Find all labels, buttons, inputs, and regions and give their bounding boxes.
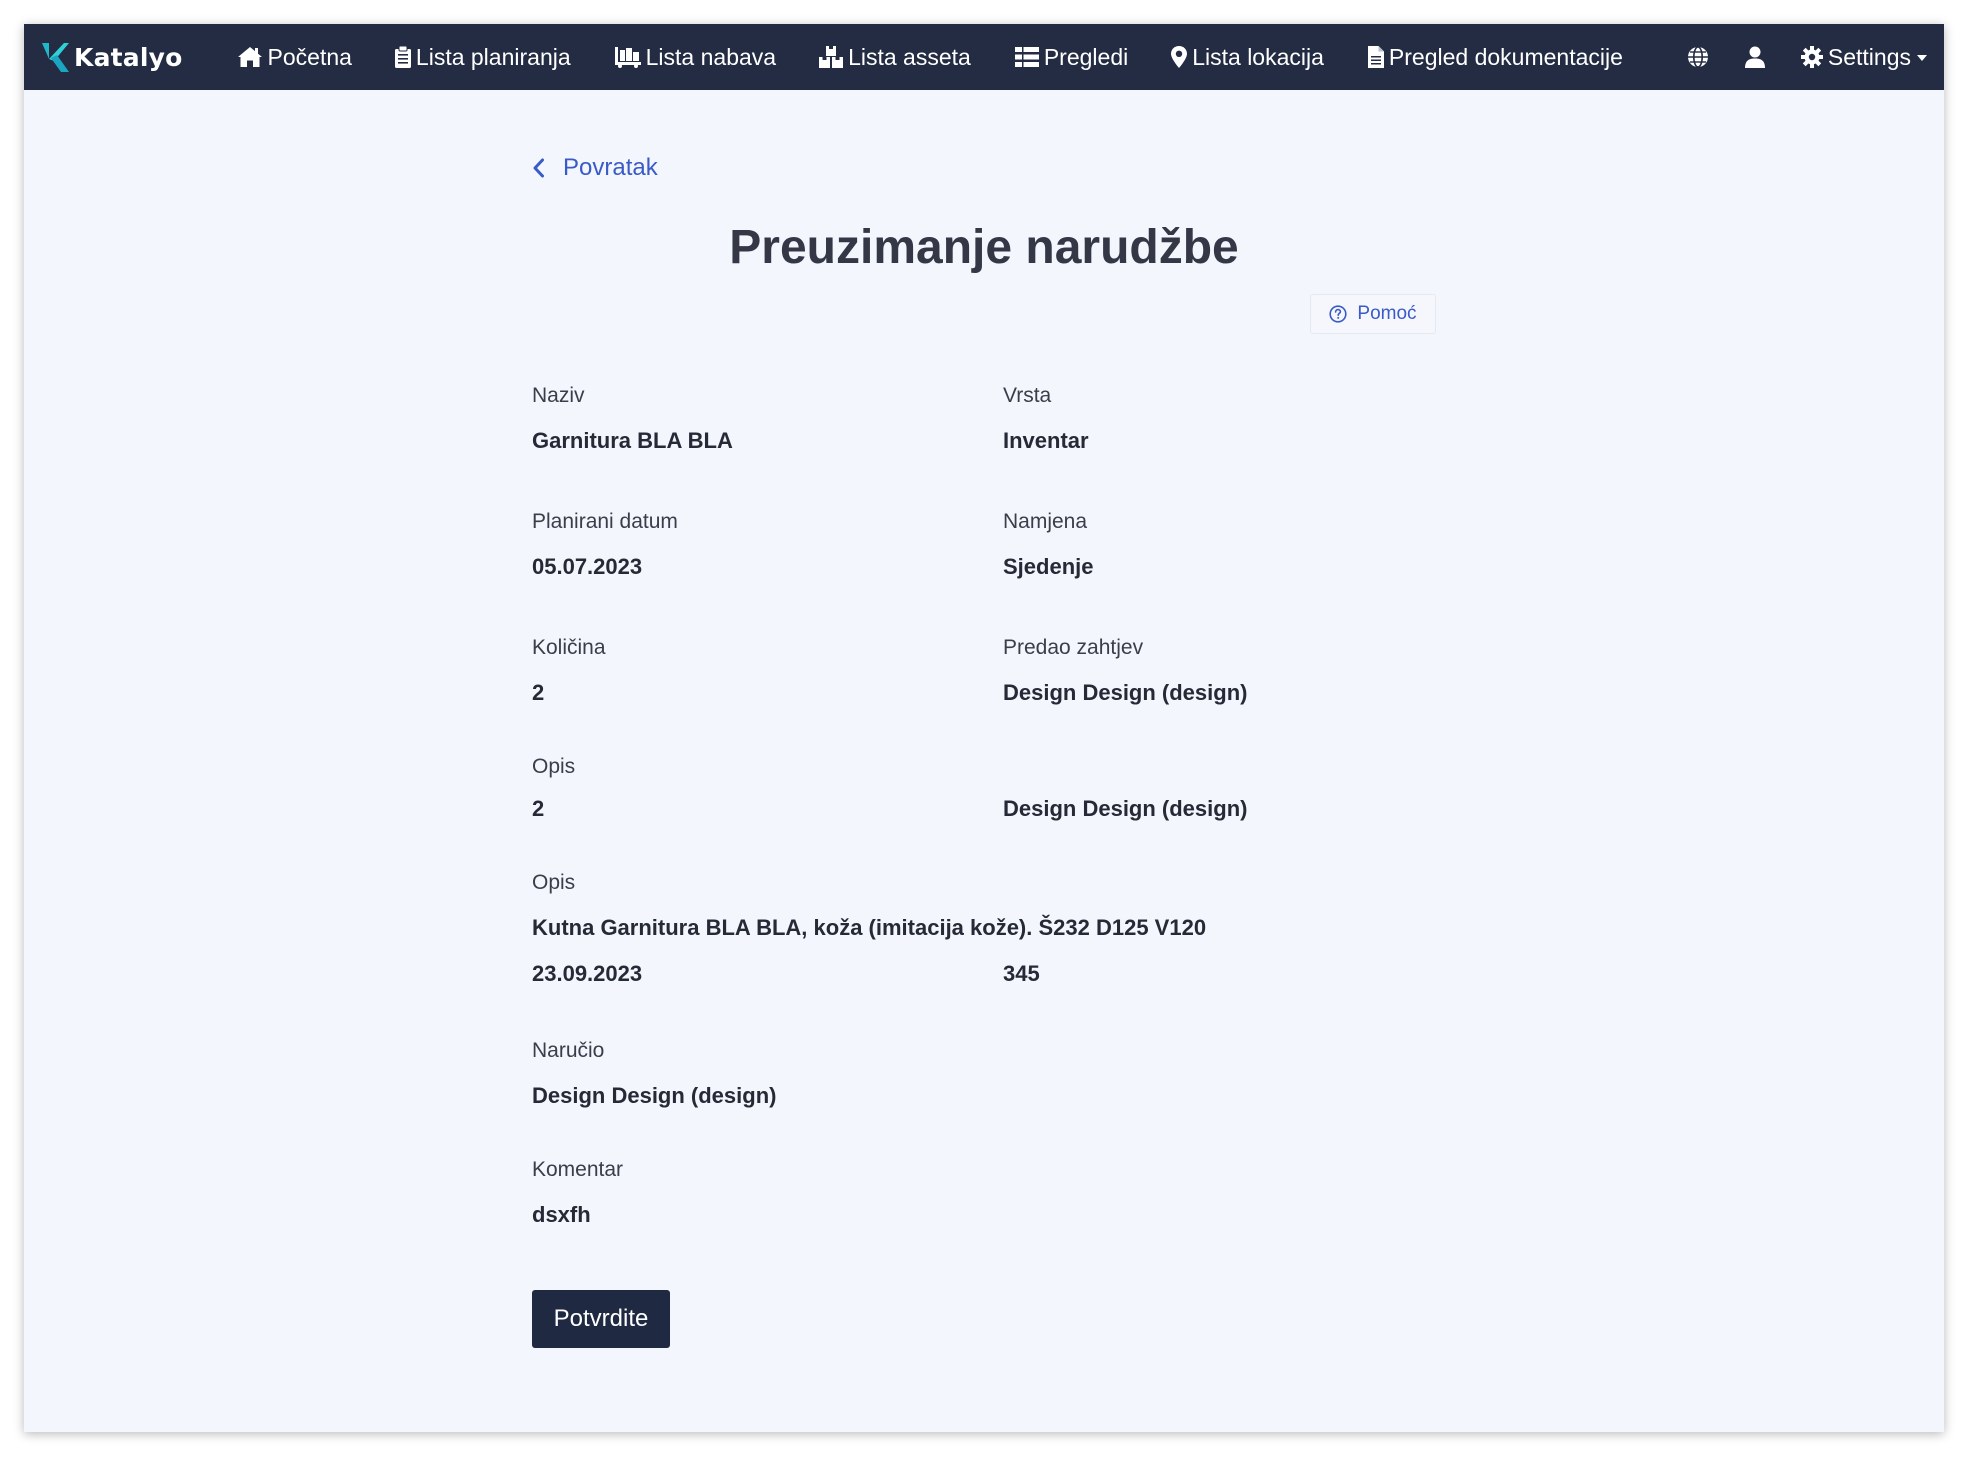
nav-lista-nabava[interactable]: Lista nabava <box>614 24 777 90</box>
brand-name: Katalyo <box>74 42 183 72</box>
top-navbar: Katalyo Početna Lista planiranja Lista n… <box>24 24 1944 90</box>
katalyo-logo-icon <box>42 43 69 72</box>
page-title: Preuzimanje narudžbe <box>729 221 1239 274</box>
nav-pocetna-label: Početna <box>267 43 352 70</box>
brand-logo[interactable]: Katalyo <box>40 24 183 90</box>
globe-icon <box>1687 46 1708 68</box>
question-circle-icon <box>1329 305 1348 323</box>
table-icon <box>1014 47 1039 67</box>
user-icon <box>1744 46 1765 68</box>
caret-down-icon <box>1917 55 1927 61</box>
settings-dropdown[interactable]: Settings <box>1800 24 1927 90</box>
opis-value: Kutna Garnitura BLA BLA, koža (imitacija… <box>532 915 1207 940</box>
vrsta-label: Vrsta <box>1003 384 1052 407</box>
naziv-value: Garnitura BLA BLA <box>532 428 733 453</box>
nav-lista-planiranja-label: Lista planiranja <box>415 43 571 70</box>
opis-row-value-left: 2 <box>532 796 545 821</box>
kolicina-value: 2 <box>532 680 545 705</box>
nav-lista-nabava-label: Lista nabava <box>645 43 777 70</box>
confirm-button[interactable]: Potvrdite <box>532 1290 670 1348</box>
opis-label: Opis <box>532 871 576 894</box>
narucio-value: Design Design (design) <box>532 1083 777 1108</box>
gear-icon <box>1800 46 1823 68</box>
dolly-icon <box>614 47 641 68</box>
boxes-icon <box>819 46 844 68</box>
nav-pregled-dokumentacije-label: Pregled dokumentacije <box>1388 43 1623 70</box>
nav-pregledi[interactable]: Pregledi <box>1014 24 1129 90</box>
settings-label: Settings <box>1827 43 1911 70</box>
chevron-left-icon <box>533 158 544 178</box>
komentar-label: Komentar <box>532 1158 624 1181</box>
namjena-value: Sjedenje <box>1003 554 1094 579</box>
nav-pocetna[interactable]: Početna <box>237 24 352 90</box>
nav-lista-asseta-label: Lista asseta <box>848 43 971 70</box>
opis-row-label: Opis <box>532 755 576 778</box>
namjena-label: Namjena <box>1003 510 1088 533</box>
nav-lista-lokacija-label: Lista lokacija <box>1192 43 1324 70</box>
predao-zahtjev-value: Design Design (design) <box>1003 680 1248 705</box>
nav-lista-planiranja[interactable]: Lista planiranja <box>394 24 571 90</box>
map-marker-icon <box>1171 46 1188 68</box>
kolicina-label: Količina <box>532 636 606 659</box>
opis-extra-date: 23.09.2023 <box>532 961 643 986</box>
opis-extra-number: 345 <box>1003 961 1040 986</box>
narucio-label: Naručio <box>532 1039 605 1062</box>
home-icon <box>237 47 262 67</box>
language-button[interactable] <box>1687 24 1709 90</box>
komentar-value: dsxfh <box>532 1202 591 1227</box>
planirani-datum-label: Planirani datum <box>532 510 678 533</box>
help-button[interactable]: Pomoć <box>1310 294 1436 334</box>
predao-zahtjev-label: Predao zahtjev <box>1003 636 1144 659</box>
planirani-datum-value: 05.07.2023 <box>532 554 643 579</box>
nav-pregled-dokumentacije[interactable]: Pregled dokumentacije <box>1367 24 1623 90</box>
help-label: Pomoć <box>1357 303 1417 324</box>
file-icon <box>1367 46 1384 68</box>
clipboard-icon <box>394 46 411 68</box>
naziv-label: Naziv <box>532 384 585 407</box>
back-link[interactable]: Povratak <box>532 154 658 182</box>
nav-pregledi-label: Pregledi <box>1043 43 1129 70</box>
vrsta-value: Inventar <box>1003 428 1089 453</box>
nav-lista-asseta[interactable]: Lista asseta <box>819 24 971 90</box>
user-menu-button[interactable] <box>1744 24 1765 90</box>
back-link-label: Povratak <box>563 154 658 181</box>
app-window: Katalyo Početna Lista planiranja Lista n… <box>24 24 1944 1432</box>
opis-row-value-right: Design Design (design) <box>1003 796 1248 821</box>
nav-lista-lokacija[interactable]: Lista lokacija <box>1171 24 1324 90</box>
